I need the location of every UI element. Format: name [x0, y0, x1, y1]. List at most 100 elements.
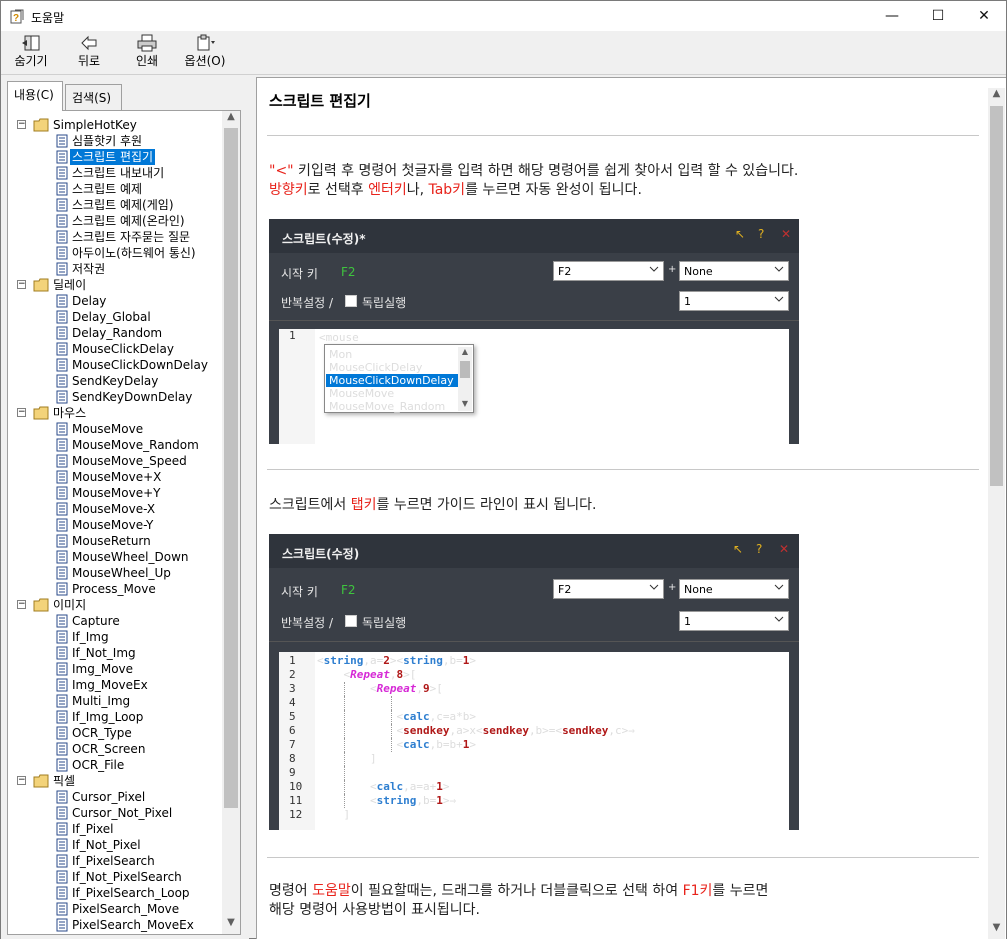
tree-item[interactable]: 아두이노(하드웨어 통신) [8, 245, 223, 261]
tree-item[interactable]: Multi_Img [8, 693, 223, 709]
tree-folder[interactable]: − 마우스 [8, 405, 223, 421]
tree-item-label: MouseWheel_Down [72, 550, 189, 564]
tree-item[interactable]: MouseMove-X [8, 501, 223, 517]
tree-item-label: 스크립트 내보내기 [72, 166, 165, 180]
collapse-icon[interactable]: − [17, 600, 26, 609]
tree-item[interactable]: 스크립트 내보내기 [8, 165, 223, 181]
tree-item[interactable]: Delay_Random [8, 325, 223, 341]
tree-item[interactable]: If_Img [8, 629, 223, 645]
tree-item[interactable]: Cursor_Pixel [8, 789, 223, 805]
tree-folder[interactable]: − 딜레이 [8, 277, 223, 293]
article-scroll-thumb[interactable] [990, 106, 1003, 486]
tree-item[interactable]: MouseMove-Y [8, 517, 223, 533]
tree-item-label: OCR_Screen [72, 742, 146, 756]
code-line: <calc,a=a+1> [317, 780, 450, 794]
minimize-button[interactable]: — [869, 1, 915, 31]
tree-item[interactable]: MouseClickDelay [8, 341, 223, 357]
tree-item-label: If_PixelSearch_Loop [72, 886, 190, 900]
tree-item[interactable]: Capture [8, 613, 223, 629]
tree-folder[interactable]: − 픽셀 [8, 773, 223, 789]
close-button[interactable]: ✕ [961, 1, 1007, 31]
dialog-title: 스크립트(수정) [282, 547, 360, 561]
key-select-value: F2 [558, 265, 572, 278]
tree-item[interactable]: OCR_Screen [8, 741, 223, 757]
tree-item[interactable]: PixelSearch_Move [8, 901, 223, 917]
scroll-down-icon[interactable]: ▼ [222, 917, 240, 934]
highlight-tab-key: 탭키 [350, 497, 377, 513]
tree-item[interactable]: MouseMove_Speed [8, 453, 223, 469]
article-scrollbar[interactable]: ▲ ▼ [988, 88, 1005, 939]
tree-item-label: Multi_Img [72, 694, 131, 708]
tree-item[interactable]: If_Not_PixelSearch [8, 869, 223, 885]
tree-folder[interactable]: − 이미지 [8, 597, 223, 613]
tree-item[interactable]: MouseMove [8, 421, 223, 437]
tree-item[interactable]: MouseMove+X [8, 469, 223, 485]
tree-item[interactable]: OCR_File [8, 757, 223, 773]
tree-item[interactable]: Delay_Global [8, 309, 223, 325]
tree-item-label: 스크립트 편집기 [68, 148, 157, 166]
modifier-select-value: None [684, 583, 713, 596]
modifier-select: None [679, 261, 789, 281]
tree-item[interactable]: If_Img_Loop [8, 709, 223, 725]
print-button[interactable]: 인쇄 [127, 34, 167, 72]
tree-item[interactable]: MouseWheel_Up [8, 565, 223, 581]
tree-scrollbar[interactable]: ▲ ▼ [222, 111, 240, 934]
options-icon [197, 34, 215, 51]
code-line: <mouse [319, 331, 359, 344]
tree-item[interactable]: SendKeyDownDelay [8, 389, 223, 405]
tree-item[interactable]: If_Not_Pixel [8, 837, 223, 853]
options-button[interactable]: 옵션(O) [179, 34, 231, 72]
tree-item[interactable]: OCR_Type [8, 725, 223, 741]
scroll-up-icon[interactable]: ▲ [222, 111, 240, 128]
tree-item[interactable]: Img_MoveEx [8, 677, 223, 693]
paragraph-autocomplete: "<" 키입력 후 명령어 첫글자를 입력 하면 해당 명령어를 쉽게 찾아서 … [269, 162, 798, 200]
tree-item[interactable]: MouseReturn [8, 533, 223, 549]
tree-folder-label: 딜레이 [53, 278, 87, 292]
text-p2f: 를 누르면 자동 완성이 됩니다. [465, 182, 642, 198]
tab-contents[interactable]: 내용(C) [7, 81, 63, 111]
tree-item[interactable]: 스크립트 예제 [8, 181, 223, 197]
tree-item[interactable]: If_PixelSearch [8, 853, 223, 869]
tab-contents-label: 내용(C) [14, 88, 54, 102]
repeat-select: 1 [679, 611, 789, 631]
tree-item[interactable]: Img_Move [8, 661, 223, 677]
tree-item[interactable]: MouseMove_Random [8, 437, 223, 453]
tree-scroll-thumb[interactable] [224, 128, 238, 808]
tree-item[interactable]: Delay [8, 293, 223, 309]
tree-item[interactable]: PixelSearch_MoveEx [8, 917, 223, 933]
tree-item-label: MouseClickDelay [72, 342, 174, 356]
tree-item[interactable]: MouseMove+Y [8, 485, 223, 501]
tree-item[interactable]: SendKeyDelay [8, 373, 223, 389]
scroll-down-icon[interactable]: ▼ [988, 922, 1005, 939]
highlight-enter-key: 엔터키 [368, 182, 407, 198]
tree-item[interactable]: If_PixelSearch_Loop [8, 885, 223, 901]
tree-item[interactable]: 심플핫키 후원 [8, 133, 223, 149]
tree-item[interactable]: Process_Move [8, 581, 223, 597]
tree-item[interactable]: 스크립트 예제(게임) [8, 197, 223, 213]
collapse-icon[interactable]: − [17, 280, 26, 289]
scroll-up-icon[interactable]: ▲ [988, 88, 1005, 105]
maximize-button[interactable]: ☐ [915, 1, 961, 31]
dialog-title: 스크립트(수정)* [282, 232, 366, 246]
collapse-icon[interactable]: − [17, 408, 26, 417]
start-key-label: 시작 키 [281, 267, 318, 281]
tree-item[interactable]: Cursor_Not_Pixel [8, 805, 223, 821]
tree-item[interactable]: 스크립트 자주묻는 질문 [8, 229, 223, 245]
autocomplete-item: MouseMove [329, 387, 395, 400]
collapse-icon[interactable]: − [17, 776, 26, 785]
tree-item[interactable]: MouseWheel_Down [8, 549, 223, 565]
back-button[interactable]: 뒤로 [69, 34, 109, 72]
tree-item[interactable]: 스크립트 편집기 [8, 148, 223, 166]
collapse-icon[interactable]: − [17, 120, 26, 129]
tree-item[interactable]: If_Not_Img [8, 645, 223, 661]
tree-folder[interactable]: − SimpleHotKey [8, 117, 223, 133]
tab-search[interactable]: 검색(S) [65, 84, 122, 110]
tree-item[interactable]: 스크립트 예제(온라인) [8, 213, 223, 229]
line-gutter: 1 2 3 4 5 6 7 8 9 10 11 12 [279, 652, 315, 830]
hide-button[interactable]: 숨기기 [9, 34, 53, 72]
tree-item[interactable]: MouseClickDownDelay [8, 357, 223, 373]
tree-item[interactable]: If_Pixel [8, 821, 223, 837]
contents-tree[interactable]: − SimpleHotKey 심플핫키 후원 스크립트 편집기 스크립트 내보내기 스크립… [7, 110, 241, 935]
tree-item[interactable]: 저작권 [8, 261, 223, 277]
tree-item-label: If_Img_Loop [72, 710, 144, 724]
